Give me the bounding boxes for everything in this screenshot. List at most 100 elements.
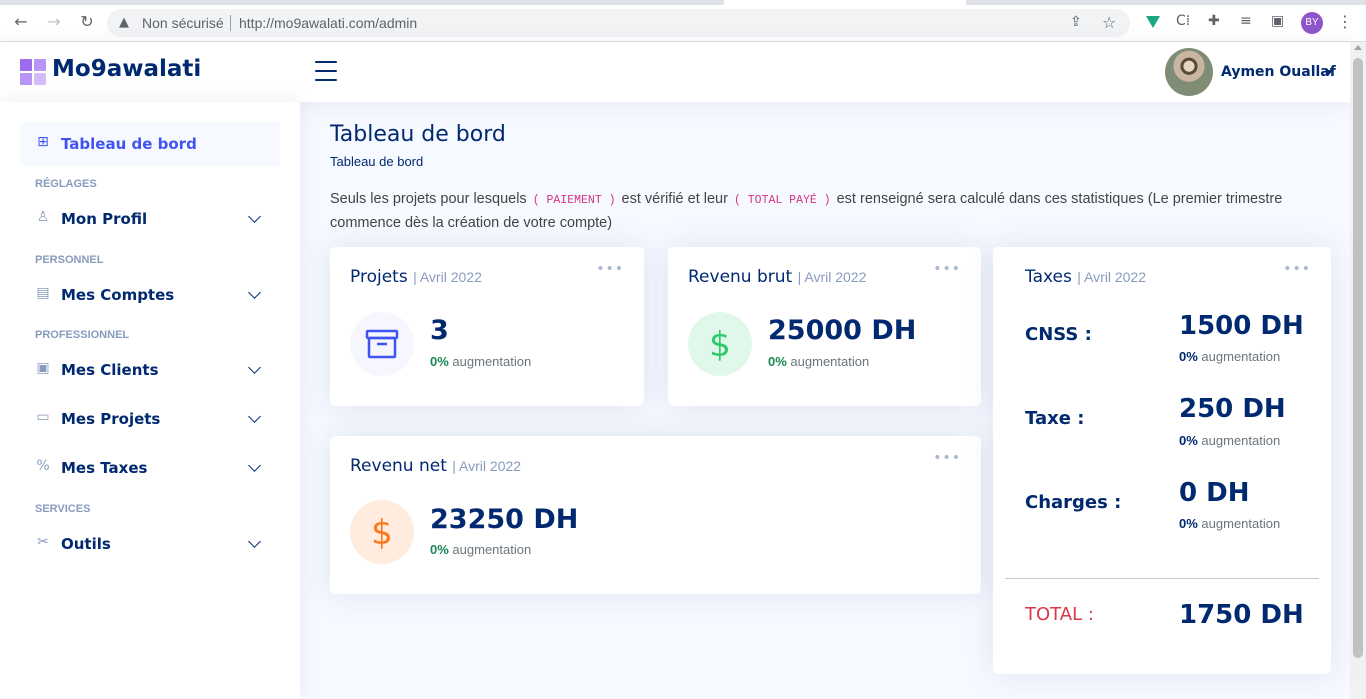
ledger-icon: ▤ [36,285,50,301]
total-label: TOTAL : [1025,604,1094,625]
url-text[interactable]: http://mo9awalati.com/admin [239,15,417,31]
card-options-icon[interactable]: ••• [596,261,624,277]
sidebar-item-label: Mes Taxes [61,459,148,477]
tax-row-label: Taxe : [1025,408,1085,429]
change-indicator: 0% augmentation [430,354,532,369]
divider [1005,578,1319,579]
card-title: Projets | Avril 2022 [350,267,482,287]
card-title: Revenu brut | Avril 2022 [688,267,867,287]
sidebar-heading: PROFESSIONNEL [35,329,130,341]
chevron-down-icon [248,535,261,548]
notice-code-total-paye: ( TOTAL PAYÉ ) [733,194,831,207]
info-notice: Seuls les projets pour lesquels ( PAIEME… [330,188,1330,234]
logo-icon[interactable] [20,59,46,85]
sidebar-heading: PERSONNEL [35,254,104,266]
percent-icon: % [36,458,50,474]
sidebar-heading: SERVICES [35,503,91,515]
reload-icon[interactable]: ↻ [78,13,96,31]
total-value: 1750 DH [1179,600,1304,630]
forward-arrow-icon[interactable]: → [45,13,63,31]
page-title: Tableau de bord [330,122,506,147]
sidebar-item-mes-projets[interactable]: ▭ Mes Projets [20,397,280,441]
tax-row-label: CNSS : [1025,324,1092,345]
dollar-icon: $ [350,500,414,564]
sidebar-item-mes-clients[interactable]: ▣ Mes Clients [20,348,280,392]
svg-text:$: $ [709,325,731,365]
address-bar[interactable]: ▲ Non sécurisé http://mo9awalati.com/adm… [107,9,1130,37]
hamburger-menu-icon[interactable] [315,61,337,81]
change-indicator: 0% augmentation [1179,433,1281,448]
chevron-down-icon [248,286,261,299]
share-icon[interactable]: ⇪ [1070,14,1082,30]
warning-icon[interactable]: ▲ [119,15,129,30]
sidebar-item-label: Mes Projets [61,410,161,428]
user-avatar[interactable] [1165,48,1213,96]
archive-icon [350,312,414,376]
scrollbar-thumb[interactable] [1353,58,1363,658]
person-card-icon: ▣ [36,360,50,376]
back-arrow-icon[interactable]: ← [12,13,30,31]
logo-text[interactable]: Mo9awalati [52,56,201,82]
revenu-brut-value: 25000 DH [768,315,917,346]
omnibox-divider [230,15,231,31]
sidebar-item-label: Outils [61,535,111,553]
card-title: Revenu net | Avril 2022 [350,456,522,476]
side-panel-icon[interactable]: ▣ [1271,12,1284,30]
notice-text: est vérifié et leur [617,191,732,207]
revenu-brut-card: ••• Revenu brut | Avril 2022 $ 25000 DH … [668,247,981,406]
app-header: Mo9awalati Aymen Ouallaf [0,42,1350,102]
tools-icon: ✂ [37,534,49,550]
tax-row-label: Charges : [1025,492,1122,513]
sidebar-item-label: Mes Clients [61,361,159,379]
sidebar-item-label: Mes Comptes [61,286,175,304]
revenu-net-value: 23250 DH [430,504,579,535]
card-options-icon[interactable]: ••• [1283,261,1311,277]
caret-down-icon[interactable] [1325,70,1333,75]
card-title: Taxes | Avril 2022 [1025,267,1147,287]
security-label[interactable]: Non sécurisé [142,15,224,31]
bookmark-star-icon[interactable]: ☆ [1102,13,1116,32]
projets-card: ••• Projets | Avril 2022 3 0% augmentati… [330,247,644,406]
chevron-down-icon [248,210,261,223]
tax-row-value: 0 DH [1179,478,1250,508]
grid-icon: ⊞ [37,134,49,150]
person-icon: ♙ [36,209,50,225]
card-options-icon[interactable]: ••• [933,450,961,466]
vue-devtools-icon[interactable] [1146,16,1160,28]
sidebar: ⊞ Tableau de bord RÉGLAGES ♙ Mon Profil … [0,102,300,699]
sidebar-item-mes-taxes[interactable]: % Mes Taxes [20,446,280,490]
puzzle-icon[interactable]: ✚ [1208,12,1220,30]
scroll-up-arrow-icon[interactable] [1354,45,1362,50]
dollar-icon: $ [688,312,752,376]
chevron-down-icon [248,459,261,472]
revenu-net-card: ••• Revenu net | Avril 2022 $ 23250 DH 0… [330,436,981,594]
extension-icon[interactable]: C⁞ [1176,12,1190,30]
sidebar-item-outils[interactable]: ✂ Outils [20,522,280,566]
card-options-icon[interactable]: ••• [933,261,961,277]
sidebar-item-mes-comptes[interactable]: ▤ Mes Comptes [20,273,280,317]
notice-text: Seuls les projets pour lesquels [330,191,531,207]
chevron-down-icon [248,410,261,423]
tax-row-value: 250 DH [1179,394,1286,424]
chevron-down-icon [248,361,261,374]
sidebar-item-tableau-de-bord[interactable]: ⊞ Tableau de bord [20,122,280,166]
sidebar-item-label: Mon Profil [61,210,148,228]
browser-menu-icon[interactable]: ⋮ [1337,12,1353,31]
active-tab[interactable] [724,0,966,5]
breadcrumb[interactable]: Tableau de bord [330,154,423,169]
change-indicator: 0% augmentation [430,542,532,557]
browser-toolbar: ← → ↻ ▲ Non sécurisé http://mo9awalati.c… [0,0,1366,42]
sidebar-heading: RÉGLAGES [35,178,97,190]
profile-avatar[interactable]: BY [1301,12,1323,34]
svg-text:$: $ [371,513,393,553]
media-queue-icon[interactable]: ≡ [1240,12,1252,30]
sidebar-item-mon-profil[interactable]: ♙ Mon Profil [20,197,280,241]
change-indicator: 0% augmentation [1179,516,1281,531]
taxes-card: ••• Taxes | Avril 2022 CNSS : 1500 DH 0%… [993,247,1331,674]
projets-count: 3 [430,315,449,346]
archive-icon: ▭ [36,409,50,425]
sidebar-item-label: Tableau de bord [61,135,197,153]
user-name[interactable]: Aymen Ouallaf [1221,64,1336,80]
change-indicator: 0% augmentation [768,354,870,369]
tab-strip [0,0,1366,5]
